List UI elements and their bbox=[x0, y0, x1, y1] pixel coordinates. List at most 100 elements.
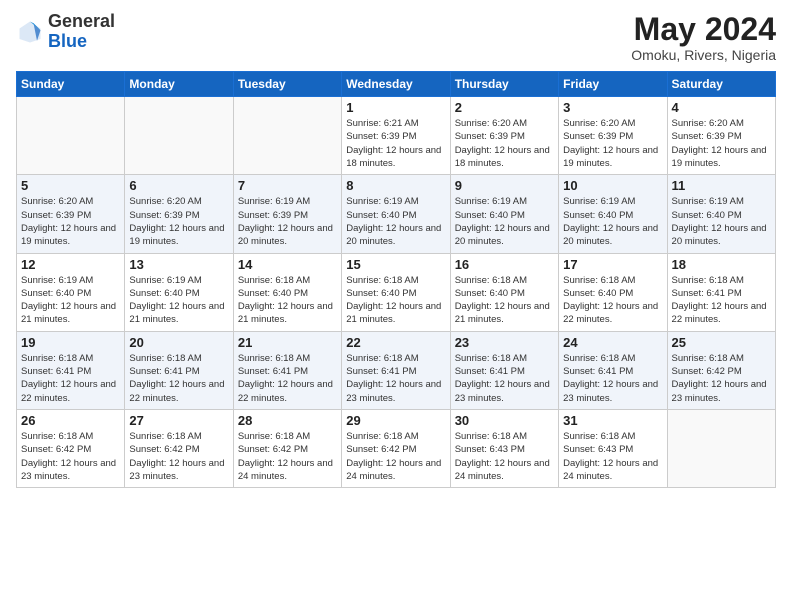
calendar-header-row: Sunday Monday Tuesday Wednesday Thursday… bbox=[17, 72, 776, 97]
table-row: 29 Sunrise: 6:18 AM Sunset: 6:42 PM Dayli… bbox=[342, 409, 450, 487]
day-number: 17 bbox=[563, 257, 662, 272]
day-info: Sunrise: 6:18 AM Sunset: 6:42 PM Dayligh… bbox=[672, 352, 771, 405]
day-number: 29 bbox=[346, 413, 445, 428]
table-row: 19 Sunrise: 6:18 AM Sunset: 6:41 PM Dayli… bbox=[17, 331, 125, 409]
day-number: 5 bbox=[21, 178, 120, 193]
day-info: Sunrise: 6:19 AM Sunset: 6:39 PM Dayligh… bbox=[238, 195, 337, 248]
table-row: 11 Sunrise: 6:19 AM Sunset: 6:40 PM Dayli… bbox=[667, 175, 775, 253]
table-row: 13 Sunrise: 6:19 AM Sunset: 6:40 PM Dayli… bbox=[125, 253, 233, 331]
table-row: 3 Sunrise: 6:20 AM Sunset: 6:39 PM Daylig… bbox=[559, 97, 667, 175]
title-block: May 2024 Omoku, Rivers, Nigeria bbox=[631, 12, 776, 63]
day-number: 4 bbox=[672, 100, 771, 115]
day-number: 24 bbox=[563, 335, 662, 350]
table-row: 2 Sunrise: 6:20 AM Sunset: 6:39 PM Daylig… bbox=[450, 97, 558, 175]
day-number: 23 bbox=[455, 335, 554, 350]
table-row: 30 Sunrise: 6:18 AM Sunset: 6:43 PM Dayli… bbox=[450, 409, 558, 487]
page: General Blue May 2024 Omoku, Rivers, Nig… bbox=[0, 0, 792, 612]
table-row: 1 Sunrise: 6:21 AM Sunset: 6:39 PM Daylig… bbox=[342, 97, 450, 175]
day-number: 11 bbox=[672, 178, 771, 193]
table-row: 25 Sunrise: 6:18 AM Sunset: 6:42 PM Dayli… bbox=[667, 331, 775, 409]
day-info: Sunrise: 6:19 AM Sunset: 6:40 PM Dayligh… bbox=[129, 274, 228, 327]
table-row: 12 Sunrise: 6:19 AM Sunset: 6:40 PM Dayli… bbox=[17, 253, 125, 331]
day-info: Sunrise: 6:20 AM Sunset: 6:39 PM Dayligh… bbox=[563, 117, 662, 170]
table-row: 18Sunrise: 6:18 AM Sunset: 6:41 PM Dayli… bbox=[667, 253, 775, 331]
day-number: 30 bbox=[455, 413, 554, 428]
table-row: 23 Sunrise: 6:18 AM Sunset: 6:41 PM Dayli… bbox=[450, 331, 558, 409]
day-info: Sunrise: 6:19 AM Sunset: 6:40 PM Dayligh… bbox=[563, 195, 662, 248]
day-number: 19 bbox=[21, 335, 120, 350]
day-number: 6 bbox=[129, 178, 228, 193]
title-location: Omoku, Rivers, Nigeria bbox=[631, 47, 776, 63]
logo-icon bbox=[16, 18, 44, 46]
day-number: 9 bbox=[455, 178, 554, 193]
day-number: 21 bbox=[238, 335, 337, 350]
day-info: Sunrise: 6:18 AM Sunset: 6:41 PM Dayligh… bbox=[563, 352, 662, 405]
day-info: Sunrise: 6:18 AM Sunset: 6:41 PM Dayligh… bbox=[129, 352, 228, 405]
day-info: Sunrise: 6:18 AM Sunset: 6:41 PM Dayligh… bbox=[21, 352, 120, 405]
day-number: 7 bbox=[238, 178, 337, 193]
day-info: Sunrise: 6:18 AM Sunset: 6:42 PM Dayligh… bbox=[129, 430, 228, 483]
table-row bbox=[667, 409, 775, 487]
day-number: 8 bbox=[346, 178, 445, 193]
day-info: Sunrise: 6:18 AM Sunset: 6:40 PM Dayligh… bbox=[563, 274, 662, 327]
day-number: 27 bbox=[129, 413, 228, 428]
table-row: 24 Sunrise: 6:18 AM Sunset: 6:41 PM Dayli… bbox=[559, 331, 667, 409]
day-info: Sunrise: 6:20 AM Sunset: 6:39 PM Dayligh… bbox=[672, 117, 771, 170]
logo-blue-text: Blue bbox=[48, 31, 87, 51]
calendar-week-row: 26 Sunrise: 6:18 AM Sunset: 6:42 PM Dayli… bbox=[17, 409, 776, 487]
table-row: 5 Sunrise: 6:20 AM Sunset: 6:39 PM Daylig… bbox=[17, 175, 125, 253]
day-info: Sunrise: 6:18 AM Sunset: 6:40 PM Dayligh… bbox=[238, 274, 337, 327]
day-info: Sunrise: 6:21 AM Sunset: 6:39 PM Dayligh… bbox=[346, 117, 445, 170]
day-info: Sunrise: 6:18 AM Sunset: 6:42 PM Dayligh… bbox=[238, 430, 337, 483]
day-info: Sunrise: 6:18 AM Sunset: 6:43 PM Dayligh… bbox=[563, 430, 662, 483]
day-info: Sunrise: 6:20 AM Sunset: 6:39 PM Dayligh… bbox=[455, 117, 554, 170]
calendar-week-row: 12 Sunrise: 6:19 AM Sunset: 6:40 PM Dayli… bbox=[17, 253, 776, 331]
table-row: 27 Sunrise: 6:18 AM Sunset: 6:42 PM Dayli… bbox=[125, 409, 233, 487]
day-number: 1 bbox=[346, 100, 445, 115]
day-number: 15 bbox=[346, 257, 445, 272]
day-info: Sunrise: 6:20 AM Sunset: 6:39 PM Dayligh… bbox=[21, 195, 120, 248]
col-thursday: Thursday bbox=[450, 72, 558, 97]
day-number: 3 bbox=[563, 100, 662, 115]
day-number: 14 bbox=[238, 257, 337, 272]
day-number: 2 bbox=[455, 100, 554, 115]
table-row: 22 Sunrise: 6:18 AM Sunset: 6:41 PM Dayli… bbox=[342, 331, 450, 409]
calendar-week-row: 19 Sunrise: 6:18 AM Sunset: 6:41 PM Dayli… bbox=[17, 331, 776, 409]
day-info: Sunrise: 6:20 AM Sunset: 6:39 PM Dayligh… bbox=[129, 195, 228, 248]
table-row bbox=[125, 97, 233, 175]
logo-general-text: General bbox=[48, 11, 115, 31]
table-row: 14 Sunrise: 6:18 AM Sunset: 6:40 PM Dayli… bbox=[233, 253, 341, 331]
col-tuesday: Tuesday bbox=[233, 72, 341, 97]
table-row: 10 Sunrise: 6:19 AM Sunset: 6:40 PM Dayli… bbox=[559, 175, 667, 253]
table-row: 20 Sunrise: 6:18 AM Sunset: 6:41 PM Dayli… bbox=[125, 331, 233, 409]
day-number: 10 bbox=[563, 178, 662, 193]
day-info: Sunrise: 6:19 AM Sunset: 6:40 PM Dayligh… bbox=[672, 195, 771, 248]
day-info: Sunrise: 6:18 AM Sunset: 6:43 PM Dayligh… bbox=[455, 430, 554, 483]
day-info: Sunrise: 6:19 AM Sunset: 6:40 PM Dayligh… bbox=[455, 195, 554, 248]
col-monday: Monday bbox=[125, 72, 233, 97]
day-number: 26 bbox=[21, 413, 120, 428]
day-info: Sunrise: 6:18 AM Sunset: 6:41 PM Dayligh… bbox=[238, 352, 337, 405]
day-info: Sunrise: 6:18 AM Sunset: 6:41 PM Dayligh… bbox=[672, 274, 771, 327]
day-number: 13 bbox=[129, 257, 228, 272]
day-info: Sunrise: 6:18 AM Sunset: 6:41 PM Dayligh… bbox=[346, 352, 445, 405]
table-row: 16Sunrise: 6:18 AM Sunset: 6:40 PM Dayli… bbox=[450, 253, 558, 331]
day-number: 20 bbox=[129, 335, 228, 350]
table-row: 15Sunrise: 6:18 AM Sunset: 6:40 PM Dayli… bbox=[342, 253, 450, 331]
day-info: Sunrise: 6:19 AM Sunset: 6:40 PM Dayligh… bbox=[21, 274, 120, 327]
table-row: 17 Sunrise: 6:18 AM Sunset: 6:40 PM Dayli… bbox=[559, 253, 667, 331]
day-number: 22 bbox=[346, 335, 445, 350]
day-number: 12 bbox=[21, 257, 120, 272]
day-info: Sunrise: 6:18 AM Sunset: 6:41 PM Dayligh… bbox=[455, 352, 554, 405]
table-row: 21 Sunrise: 6:18 AM Sunset: 6:41 PM Dayli… bbox=[233, 331, 341, 409]
day-info: Sunrise: 6:19 AM Sunset: 6:40 PM Dayligh… bbox=[346, 195, 445, 248]
table-row bbox=[17, 97, 125, 175]
table-row bbox=[233, 97, 341, 175]
col-wednesday: Wednesday bbox=[342, 72, 450, 97]
day-info: Sunrise: 6:18 AM Sunset: 6:42 PM Dayligh… bbox=[346, 430, 445, 483]
logo: General Blue bbox=[16, 12, 115, 52]
table-row: 28Sunrise: 6:18 AM Sunset: 6:42 PM Dayli… bbox=[233, 409, 341, 487]
col-saturday: Saturday bbox=[667, 72, 775, 97]
day-info: Sunrise: 6:18 AM Sunset: 6:40 PM Dayligh… bbox=[455, 274, 554, 327]
day-number: 25 bbox=[672, 335, 771, 350]
